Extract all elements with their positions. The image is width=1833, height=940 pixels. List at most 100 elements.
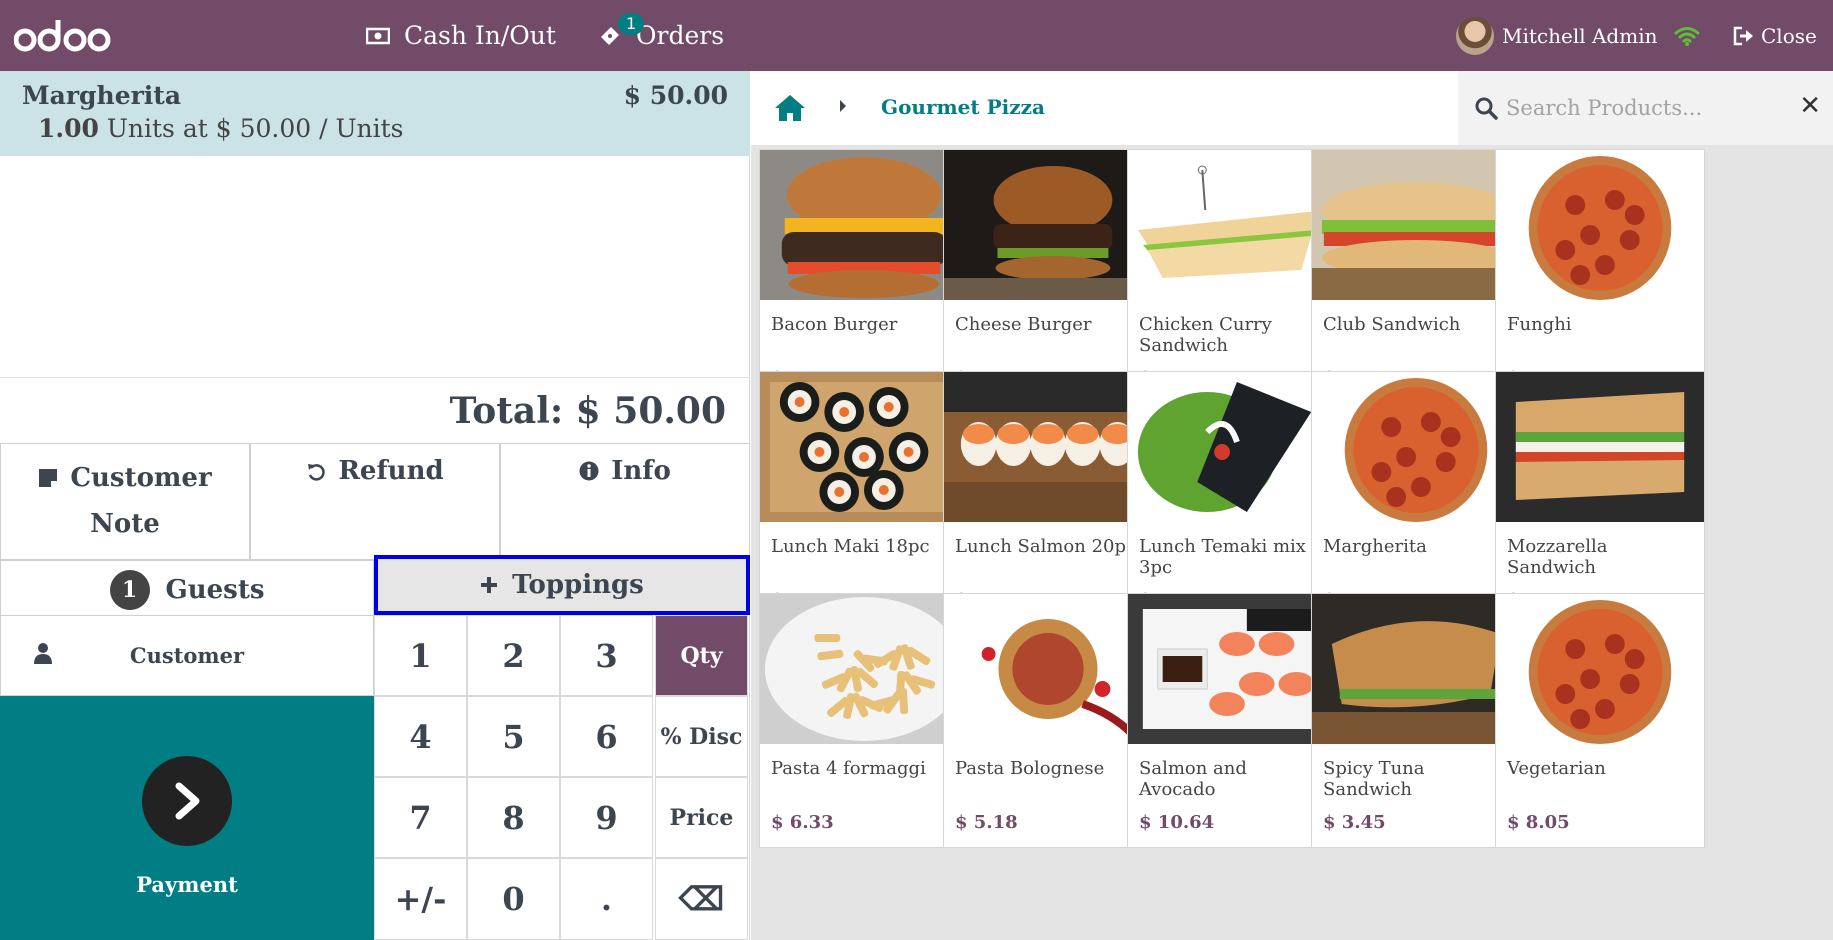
refund-label: Refund — [338, 456, 444, 486]
guests-label: Guests — [165, 574, 265, 605]
user-name: Mitchell Admin — [1502, 23, 1658, 48]
product-name: Cheese Burger — [955, 314, 1092, 335]
numpad-key-9[interactable]: 9 — [560, 777, 653, 858]
numpad-key-5[interactable]: 5 — [467, 696, 560, 777]
odoo-logo[interactable] — [14, 16, 114, 56]
product-card[interactable]: Mozzarella Sandwich $ 4.49 — [1495, 371, 1705, 626]
note-icon — [38, 468, 58, 488]
product-name: Pasta Bolognese — [955, 758, 1105, 779]
product-name: Margherita — [1323, 536, 1427, 557]
product-name: Club Sandwich — [1323, 314, 1461, 335]
numpad-key-3[interactable]: 3 — [560, 615, 653, 696]
price-mode-button[interactable]: Price — [655, 777, 748, 858]
product-name: Pasta 4 formaggi — [771, 758, 926, 779]
info-label: Info — [611, 456, 671, 486]
product-name: Lunch Temaki mix 3pc — [1139, 536, 1306, 578]
product-image — [1312, 150, 1520, 300]
search-box: ✕ — [1458, 71, 1833, 145]
product-card[interactable]: Spicy Tuna Sandwich $ 3.45 — [1311, 593, 1521, 848]
breadcrumb: Gourmet Pizza ✕ — [751, 71, 1833, 145]
numpad-key-decimal[interactable]: . — [560, 858, 653, 940]
undo-icon — [306, 462, 326, 482]
search-icon — [1474, 96, 1498, 120]
backspace-icon[interactable]: ⌫ — [655, 858, 748, 940]
qty-mode-button[interactable]: Qty — [655, 615, 748, 696]
product-name: Salmon and Avocado — [1139, 758, 1247, 800]
product-card[interactable]: Bacon Burger $ 8.63 — [759, 149, 969, 404]
numpad-key-8[interactable]: 8 — [467, 777, 560, 858]
product-name: Lunch Maki 18pc — [771, 536, 930, 557]
product-image — [1312, 594, 1520, 744]
user-icon — [33, 642, 53, 669]
product-price: $ 10.64 — [1139, 812, 1215, 833]
product-image — [944, 372, 1152, 522]
user-menu[interactable]: Mitchell Admin — [1456, 0, 1657, 71]
product-image — [1128, 372, 1336, 522]
numpad-key-6[interactable]: 6 — [560, 696, 653, 777]
cash-in-out-label: Cash In/Out — [404, 21, 556, 50]
discount-mode-button[interactable]: % Disc — [655, 696, 748, 777]
numpad-key-7[interactable]: 7 — [374, 777, 467, 858]
product-image — [944, 594, 1152, 744]
order-line-name: Margherita — [22, 81, 182, 110]
product-image — [1496, 150, 1704, 300]
product-card[interactable]: Pasta 4 formaggi $ 6.33 — [759, 593, 969, 848]
product-card[interactable]: Vegetarian $ 8.05 — [1495, 593, 1705, 848]
home-icon[interactable] — [773, 93, 807, 127]
numpad-key-0[interactable]: 0 — [467, 858, 560, 940]
numpad-key-2[interactable]: 2 — [467, 615, 560, 696]
customer-note-button[interactable]: Customer Note — [0, 443, 250, 560]
product-card[interactable]: Lunch Maki 18pc $ 13.80 — [759, 371, 969, 626]
search-input[interactable] — [1506, 96, 1791, 120]
plus-icon — [480, 576, 498, 594]
toppings-button[interactable]: Toppings — [374, 555, 750, 615]
product-image — [1496, 372, 1704, 522]
product-image — [1496, 594, 1704, 744]
product-image — [1128, 594, 1336, 744]
order-line-selected[interactable]: Margherita $ 50.00 1.00 Units at $ 50.00… — [0, 71, 750, 156]
sign-out-icon — [1733, 26, 1755, 46]
order-line-price: $ 50.00 — [623, 81, 728, 110]
order-panel: Margherita $ 50.00 1.00 Units at $ 50.00… — [0, 71, 750, 940]
info-button[interactable]: Info — [500, 443, 750, 560]
numpad-key-plus-minus[interactable]: +/- — [374, 858, 467, 940]
cash-in-out-button[interactable]: Cash In/Out — [366, 0, 556, 71]
refund-button[interactable]: Refund — [250, 443, 500, 560]
product-card[interactable]: Club Sandwich $ 3.91 — [1311, 149, 1521, 404]
breadcrumb-category[interactable]: Gourmet Pizza — [881, 95, 1045, 119]
product-panel: Gourmet Pizza ✕ Bacon Burger $ 8.63 Chee… — [751, 71, 1833, 940]
product-card[interactable]: Chicken Curry Sandwich $ 3.45 — [1127, 149, 1337, 404]
chevron-right-icon — [142, 755, 232, 846]
product-price: $ 8.05 — [1507, 812, 1570, 833]
product-card[interactable]: Lunch Salmon 20pc $ 15.87 — [943, 371, 1153, 626]
orders-label: Orders — [636, 21, 725, 50]
product-price: $ 6.33 — [771, 812, 834, 833]
product-card[interactable]: Pasta Bolognese $ 5.18 — [943, 593, 1153, 848]
money-icon — [366, 27, 390, 45]
product-name: Mozzarella Sandwich — [1507, 536, 1608, 578]
product-name: Lunch Salmon 20pc — [955, 536, 1137, 557]
numpad-key-4[interactable]: 4 — [374, 696, 467, 777]
close-label: Close — [1761, 23, 1817, 48]
orders-count-badge: 1 — [618, 13, 645, 35]
product-card[interactable]: Lunch Temaki mix 3pc $ 16.10 — [1127, 371, 1337, 626]
product-price: $ 3.45 — [1323, 812, 1386, 833]
guests-button[interactable]: 1 Guests — [0, 560, 374, 619]
wifi-status-icon[interactable] — [1673, 0, 1701, 71]
avatar — [1456, 16, 1494, 55]
order-total: Total: $ 50.00 — [0, 377, 750, 444]
product-card[interactable]: Salmon and Avocado $ 10.64 — [1127, 593, 1337, 848]
payment-button[interactable]: Payment — [0, 696, 374, 940]
product-card[interactable]: Funghi $ 8.05 — [1495, 149, 1705, 404]
customer-button[interactable]: Customer — [0, 615, 374, 696]
clear-search-icon[interactable]: ✕ — [1799, 91, 1821, 121]
orders-button[interactable]: 1 Orders — [598, 0, 724, 71]
numpad-key-1[interactable]: 1 — [374, 615, 467, 696]
product-card[interactable]: Margherita $ 50.00 — [1311, 371, 1521, 626]
product-name: Bacon Burger — [771, 314, 898, 335]
close-button[interactable]: Close — [1733, 0, 1817, 71]
product-card[interactable]: Cheese Burger $ 8.05 — [943, 149, 1153, 404]
caret-right-icon — [839, 98, 847, 117]
order-line-quantity: 1.00 Units at $ 50.00 / Units — [38, 114, 728, 143]
payment-label: Payment — [136, 871, 238, 897]
